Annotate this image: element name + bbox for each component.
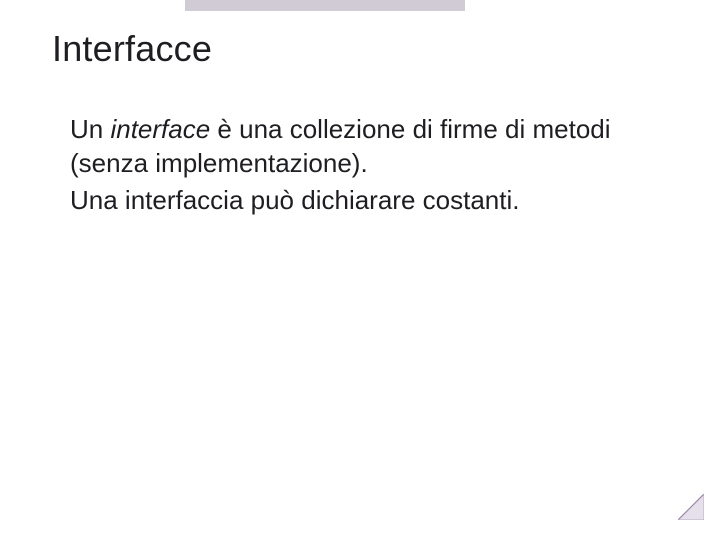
- text-run: Un: [70, 114, 110, 144]
- slide-title: Interfacce: [52, 28, 680, 70]
- paragraph-2: Una interfaccia può dichiarare costanti.: [70, 183, 650, 217]
- slide-body: Un interface è una collezione di firme d…: [52, 112, 680, 217]
- slide: Interfacce Un interface è una collezione…: [0, 0, 720, 540]
- page-fold-icon: [678, 494, 704, 520]
- text-emphasis: interface: [110, 114, 210, 144]
- paragraph-1: Un interface è una collezione di firme d…: [70, 112, 650, 181]
